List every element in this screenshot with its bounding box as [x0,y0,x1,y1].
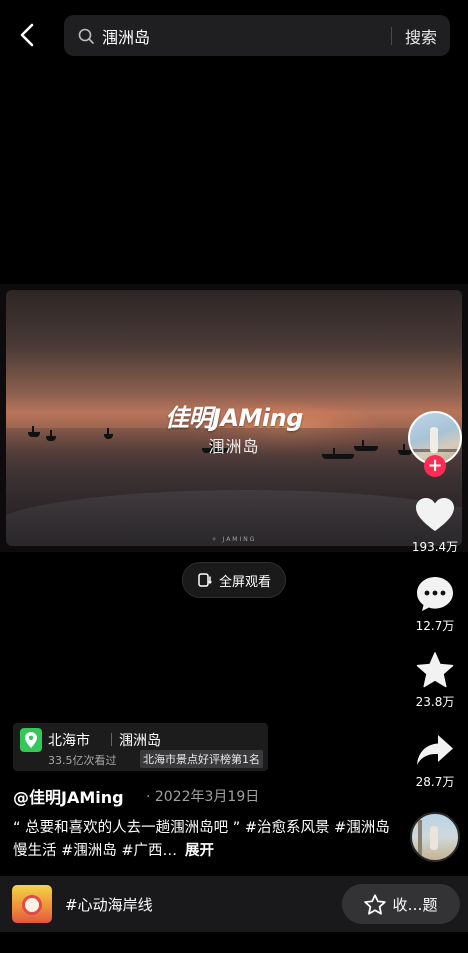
fullscreen-label: 全屏观看 [218,574,271,590]
share-button[interactable]: 28.7万 [404,730,466,790]
location-place: 涠洲岛 [119,733,161,749]
expand-button[interactable]: 展开 [185,843,214,859]
fullscreen-icon [197,572,213,588]
topic-bar[interactable]: #心动海岸线 收…题 [0,876,468,932]
search-icon [78,27,96,45]
music-disc[interactable] [410,812,460,862]
search-bar[interactable]: 涠洲岛 搜索 [64,15,450,56]
video-player[interactable]: 佳明JAMing 涠洲岛 ✧ JAMING [0,284,468,552]
video-subtitle: 涠洲岛 [208,437,260,456]
favorite-button[interactable]: 23.8万 [404,650,466,710]
collect-label: 收…题 [392,895,438,914]
like-count: 193.4万 [411,540,459,554]
comment-icon [415,574,455,614]
post-date: · 2022年3月19日 [146,789,260,805]
comment-button[interactable]: 12.7万 [404,574,466,634]
comment-count: 12.7万 [415,619,455,633]
like-button[interactable]: 193.4万 [404,495,466,555]
star-icon [415,650,455,690]
video-title: 佳明JAMing [165,404,303,432]
video-watermark: ✧ JAMING [211,536,257,543]
location-rank-badge: 北海市景点好评榜第1名 [140,750,263,768]
post-description[interactable]: “ 总要和喜欢的人去一趟涠洲岛吧 ” #治愈系风景 #涠洲岛慢生活 #涠洲岛 #… [13,817,393,863]
music-disc-figure [430,826,438,850]
location-card[interactable]: 北海市 涠洲岛 33.5亿次看过 北海市景点好评榜第1名 [13,723,268,771]
video-frame: 佳明JAMing 涠洲岛 ✧ JAMING [6,290,462,546]
location-views: 33.5亿次看过 [48,754,117,767]
author-name[interactable]: @佳明JAMing [13,784,124,808]
back-button[interactable] [12,20,42,50]
favorite-count: 23.8万 [415,695,455,709]
location-divider [111,733,112,746]
avatar-figure [430,427,438,453]
topic-thumbnail [12,885,52,923]
back-arrow-icon [20,23,34,47]
search-button[interactable]: 搜索 [392,24,450,48]
share-count: 28.7万 [415,775,455,789]
topic-heart-icon [22,895,42,915]
follow-button[interactable]: + [424,455,446,477]
star-outline-icon [364,893,387,915]
share-icon [415,730,455,770]
location-pin-icon [20,728,42,752]
topic-name[interactable]: #心动海岸线 [65,894,153,915]
music-disc-post [418,820,422,856]
location-city: 北海市 [48,733,90,749]
search-input[interactable]: 涠洲岛 [102,24,391,48]
collect-topic-button[interactable]: 收…题 [342,884,460,924]
heart-icon [415,495,455,535]
fullscreen-button[interactable]: 全屏观看 [182,562,286,598]
